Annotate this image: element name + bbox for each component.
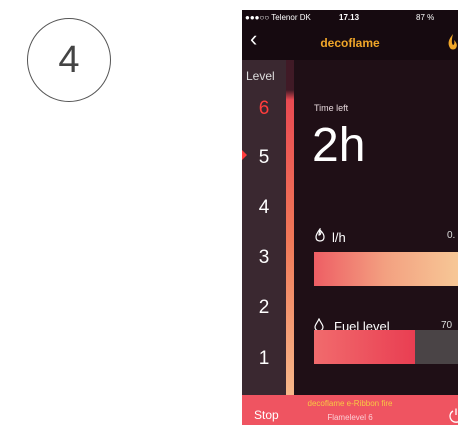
power-icon[interactable] xyxy=(448,407,458,423)
nav-bar: ‹ decoflame xyxy=(242,24,458,60)
level-header: Level xyxy=(246,69,275,83)
step-number: 4 xyxy=(58,38,80,81)
time-left-value: 2h xyxy=(312,119,366,172)
level-gradient-track xyxy=(286,60,294,395)
level-3-button[interactable]: 3 xyxy=(254,247,274,269)
consumption-label: l/h xyxy=(332,230,346,245)
phone-screen: ●●●○○ Telenor DK 17.13 87 % ‹ decoflame … xyxy=(242,10,458,425)
status-bar: ●●●○○ Telenor DK 17.13 87 % xyxy=(242,10,458,24)
flame-icon xyxy=(315,228,325,242)
clock: 17.13 xyxy=(339,12,360,22)
level-1-button[interactable]: 1 xyxy=(254,348,274,370)
step-number-circle: 4 xyxy=(27,18,111,102)
level-4-button[interactable]: 4 xyxy=(254,197,274,219)
level-6-button[interactable]: 6 xyxy=(254,98,274,120)
time-left-label: Time left xyxy=(314,103,349,113)
decoflame-logo-icon xyxy=(448,34,457,50)
fuel-level-bar xyxy=(314,330,458,364)
app-title: decoflame xyxy=(320,36,380,50)
consumption-value: 0. xyxy=(447,230,456,241)
active-level-arrow-icon xyxy=(242,150,247,160)
consumption-bar xyxy=(314,252,458,286)
level-2-button[interactable]: 2 xyxy=(254,297,274,319)
device-name: decoflame e-Ribbon fire xyxy=(307,399,393,408)
level-5-button[interactable]: 5 xyxy=(254,147,274,169)
battery-label: 87 % xyxy=(416,12,435,22)
carrier-label: ●●●○○ Telenor DK xyxy=(245,12,311,22)
fuel-level-fill xyxy=(314,330,415,364)
level-selector: Level 6 5 4 3 2 1 xyxy=(242,60,286,395)
flame-level-label: Flamelevel 6 xyxy=(327,413,373,422)
bottom-bar: Stop decoflame e-Ribbon fire Flamelevel … xyxy=(242,395,458,425)
